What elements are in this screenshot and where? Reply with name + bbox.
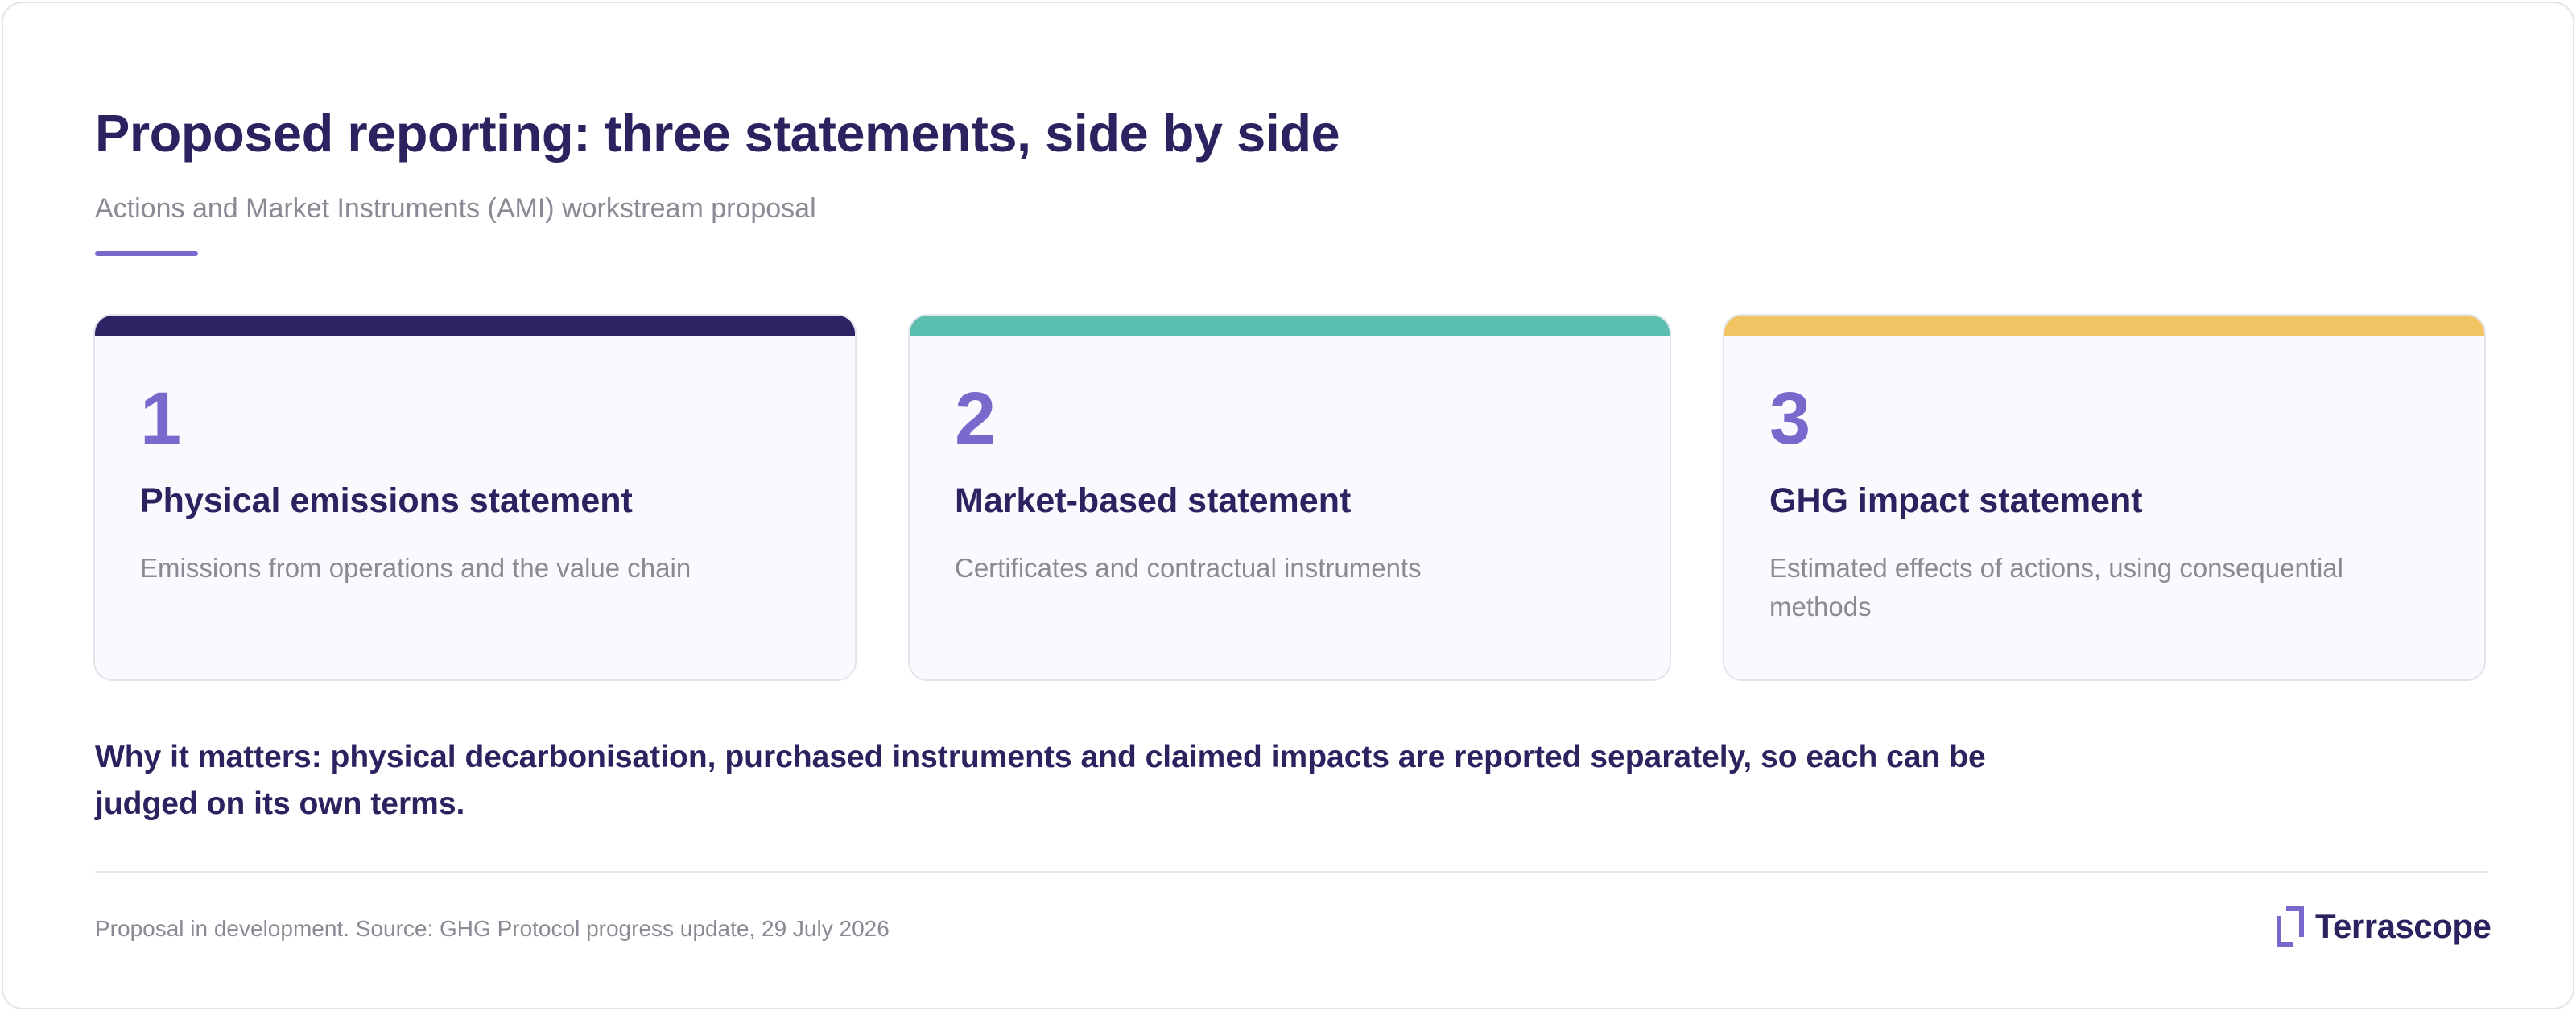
title-accent-line bbox=[95, 251, 198, 256]
card-color-bar bbox=[95, 316, 855, 336]
why-it-matters-text: Why it matters: physical decarbonisation… bbox=[95, 740, 1986, 821]
card-number: 3 bbox=[1769, 378, 1811, 460]
footer-source-note: Proposal in development. Source: GHG Pro… bbox=[95, 916, 890, 941]
page-title: Proposed reporting: three statements, si… bbox=[95, 104, 1340, 163]
page-subtitle: Actions and Market Instruments (AMI) wor… bbox=[95, 193, 816, 224]
terrascope-logo-icon bbox=[2277, 906, 2304, 947]
card-description: Estimated effects of actions, using cons… bbox=[1769, 553, 2343, 621]
card-title: GHG impact statement bbox=[1769, 481, 2143, 520]
card-color-bar bbox=[910, 316, 1670, 336]
statement-card-physical: 1 Physical emissions statement Emissions… bbox=[93, 314, 857, 681]
slide-frame: Proposed reporting: three statements, si… bbox=[2, 2, 2574, 1009]
card-title: Market-based statement bbox=[955, 481, 1352, 520]
footer-divider bbox=[95, 871, 2487, 873]
card-number: 1 bbox=[140, 378, 182, 460]
card-color-bar bbox=[1724, 316, 2484, 336]
statement-card-ghg-impact: 3 GHG impact statement Estimated effects… bbox=[1723, 314, 2486, 681]
statement-card-market-based: 2 Market-based statement Certificates an… bbox=[908, 314, 1671, 681]
card-description: Emissions from operations and the value … bbox=[140, 553, 691, 583]
terrascope-logo: Terrascope bbox=[2277, 905, 2491, 948]
card-title: Physical emissions statement bbox=[140, 481, 633, 520]
brand-name: Terrascope bbox=[2315, 907, 2491, 945]
card-number: 2 bbox=[955, 378, 997, 460]
card-description: Certificates and contractual instruments bbox=[955, 553, 1422, 583]
